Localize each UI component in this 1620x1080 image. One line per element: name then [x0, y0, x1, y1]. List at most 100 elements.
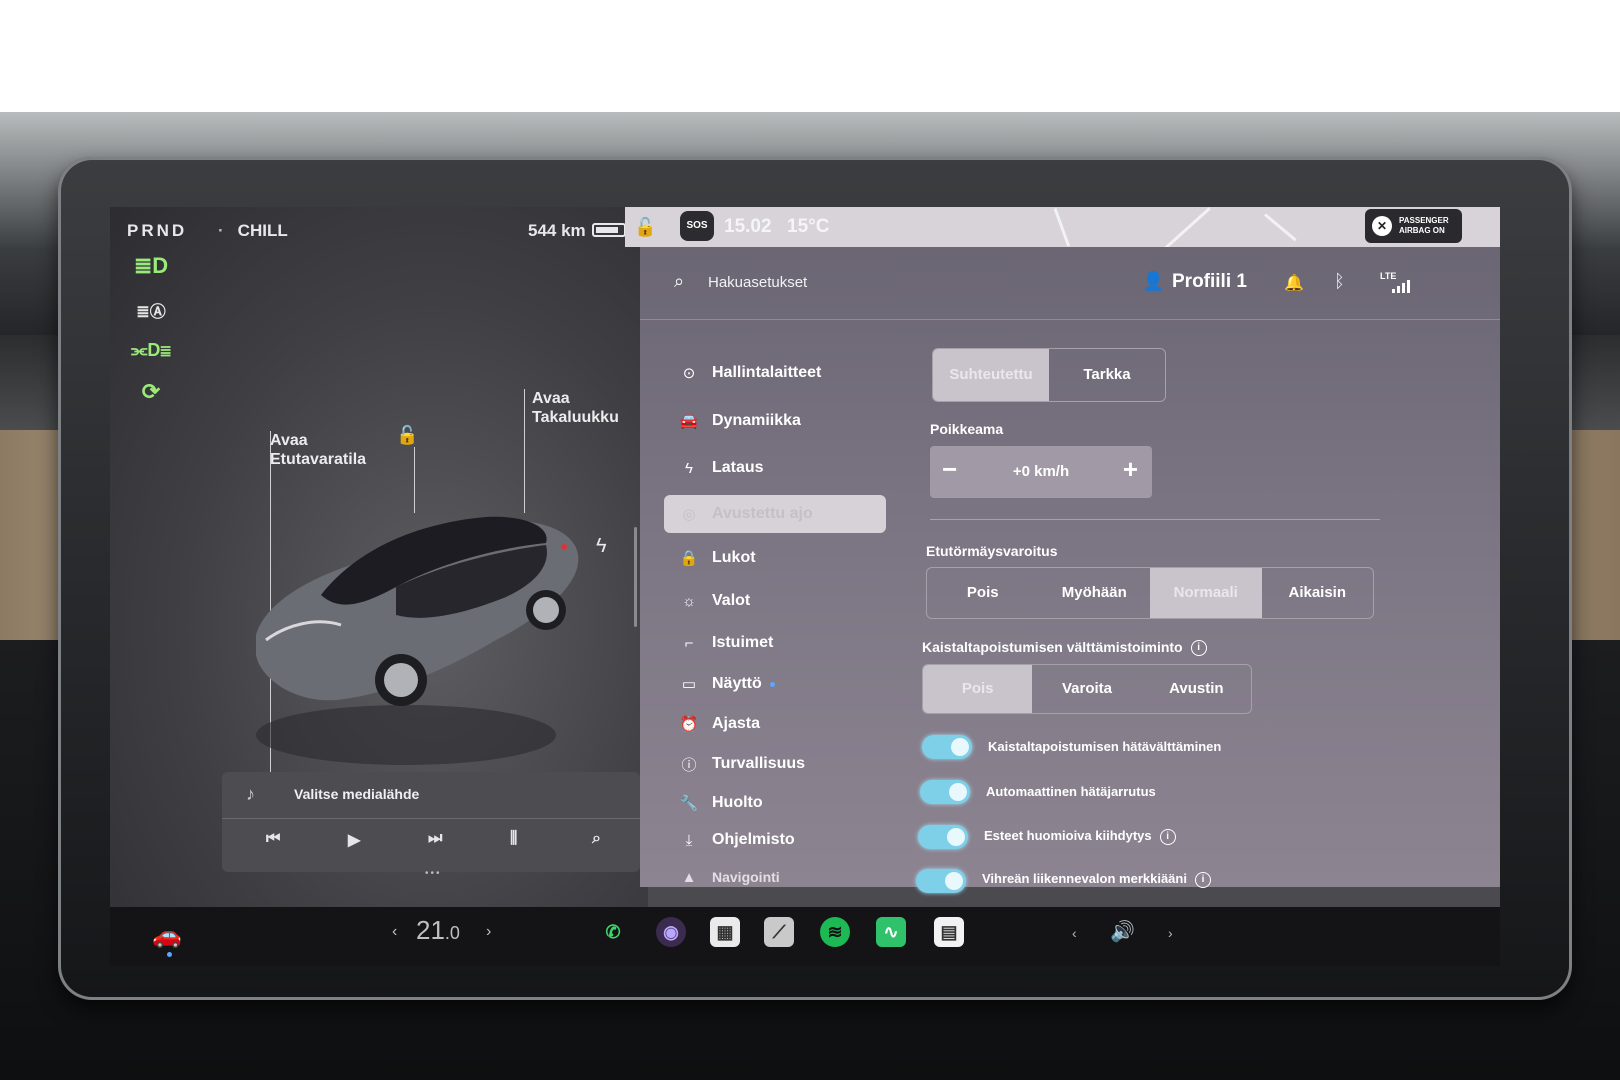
option-tarkka[interactable]: Tarkka: [1049, 349, 1165, 401]
car-view-scrollbar[interactable]: [634, 527, 637, 627]
search-icon[interactable]: ⌕: [674, 271, 684, 292]
menu-item-turvallisuus[interactable]: ⓘ Turvallisuus: [678, 749, 805, 779]
offset-stepper: − +0 km/h +: [930, 446, 1152, 498]
toggle-label: Kaistaltapoistumisen hätävälttäminen: [988, 739, 1222, 754]
eco-power-icon[interactable]: ⟳: [134, 379, 168, 405]
range-readout: 544 km: [528, 221, 586, 240]
spotify-icon[interactable]: ≋: [820, 917, 850, 947]
volume-icon[interactable]: 🔊: [1110, 919, 1135, 944]
headlight-icon[interactable]: ≣D: [134, 253, 168, 279]
automatic-emergency-braking-toggle[interactable]: [920, 780, 970, 804]
trunk-label[interactable]: Avaa Takaluukku: [532, 389, 619, 427]
volume-up-icon[interactable]: ›: [1168, 925, 1173, 941]
car-icon: 🚘: [679, 413, 699, 430]
media-source-label: Valitse medialähde: [294, 786, 420, 802]
frunk-label-line2: Etutavaratila: [270, 451, 367, 468]
menu-item-hallintalaitteet[interactable]: ⊙ Hallintalaitteet: [678, 358, 822, 388]
phone-icon[interactable]: ✆: [598, 917, 628, 947]
menu-item-navigointi[interactable]: ▲ Navigointi: [678, 862, 780, 892]
option-varoita[interactable]: Varoita: [1032, 665, 1141, 713]
trunk-label-line2: Takaluukku: [532, 409, 619, 426]
camera-icon[interactable]: ◉: [656, 917, 686, 947]
car-icon[interactable]: 🚗: [152, 921, 182, 950]
energy-icon[interactable]: ∿: [876, 917, 906, 947]
previous-track-icon[interactable]: ⏮: [266, 830, 280, 848]
menu-label: Lataus: [712, 459, 764, 476]
offset-label: Poikkeama: [930, 421, 1004, 437]
alarm-icon: ⏰: [679, 716, 699, 733]
trunk-label-line1: Avaa: [532, 390, 570, 407]
menu-item-ohjelmisto[interactable]: ⤓ Ohjelmisto: [678, 825, 795, 855]
bottom-dock: 🚗 ‹ 21.0 › ✆ ◉ ▦ ⟋ ≋ ∿ ▤ ‹ 🔊 ›: [110, 907, 1500, 966]
lock-status-icon[interactable]: 🔓: [634, 217, 656, 238]
volume-down-icon[interactable]: ‹: [1072, 925, 1077, 941]
menu-item-avustettu-ajo[interactable]: ◎ Avustettu ajo: [678, 499, 812, 529]
sun-icon: ☼: [682, 592, 696, 610]
lane-departure-selector: Pois Varoita Avustin: [922, 664, 1252, 714]
green-light-chime-toggle[interactable]: [916, 869, 966, 893]
option-aikaisin[interactable]: Aikaisin: [1262, 568, 1374, 618]
option-myohaan[interactable]: Myöhään: [1039, 568, 1151, 618]
temp-up-icon[interactable]: ›: [486, 923, 491, 941]
next-track-icon[interactable]: ⏭: [428, 830, 442, 848]
media-search-icon[interactable]: ⌕: [592, 830, 601, 848]
fog-light-icon[interactable]: ⫘D≣: [131, 337, 171, 363]
calendar-icon[interactable]: ▤: [934, 917, 964, 947]
toggle-label: Automaattinen hätäjarrutus: [986, 784, 1156, 799]
toggle-icon: ⊙: [682, 365, 696, 382]
menu-item-lataus[interactable]: ϟ Lataus: [678, 453, 764, 483]
info-icon[interactable]: i: [1194, 871, 1211, 888]
menu-label: Hallintalaitteet: [712, 364, 822, 381]
cabin-temperature[interactable]: 21.0: [416, 915, 460, 946]
option-normaali[interactable]: Normaali: [1150, 568, 1262, 618]
map-road: [1264, 213, 1297, 242]
profile-icon[interactable]: 👤: [1142, 271, 1164, 292]
option-pois[interactable]: Pois: [927, 568, 1039, 618]
unlocked-icon[interactable]: 🔓: [396, 425, 418, 447]
toybox-icon[interactable]: ⟋: [764, 917, 794, 947]
menu-label: Näyttö: [712, 675, 762, 692]
option-pois[interactable]: Pois: [923, 665, 1033, 713]
info-icon[interactable]: i: [1159, 828, 1176, 845]
menu-label: Turvallisuus: [712, 755, 806, 772]
obstacle-aware-acceleration-toggle[interactable]: [918, 825, 968, 849]
speed-limit-mode-selector: Suhteutettu Tarkka: [932, 348, 1166, 402]
option-avustin[interactable]: Avustin: [1142, 665, 1251, 713]
info-icon[interactable]: i: [1190, 640, 1207, 657]
increase-offset-button[interactable]: +: [1123, 454, 1138, 485]
offset-value: +0 km/h: [1012, 463, 1070, 480]
equalizer-icon[interactable]: ⫼: [510, 830, 517, 848]
menu-item-ajasta[interactable]: ⏰ Ajasta: [678, 709, 760, 739]
auto-headlight-icon[interactable]: ≣Ⓐ: [134, 297, 168, 323]
music-note-icon: ♪: [246, 784, 255, 804]
emergency-lane-departure-toggle[interactable]: [922, 735, 972, 759]
airbag-text-line1: PASSENGER: [1399, 216, 1449, 225]
menu-item-naytto[interactable]: ▭ Näyttö: [678, 669, 775, 699]
gear-indicator: PRND: [127, 221, 188, 240]
bell-icon[interactable]: 🔔: [1284, 273, 1304, 293]
media-source-row[interactable]: ♪ Valitse medialähde: [222, 772, 640, 819]
menu-item-huolto[interactable]: 🔧 Huolto: [678, 788, 763, 818]
settings-search-input[interactable]: Hakuasetukset: [708, 274, 807, 291]
menu-item-lukot[interactable]: 🔒 Lukot: [678, 543, 756, 573]
sos-button[interactable]: SOS: [680, 211, 714, 241]
menu-item-dynamiikka[interactable]: 🚘 Dynamiikka: [678, 406, 801, 436]
charge-port-icon[interactable]: ϟ: [596, 535, 607, 558]
cabin-temperature-main: 21: [416, 915, 445, 945]
frunk-label[interactable]: Avaa Etutavaratila: [270, 431, 366, 469]
notification-dot: [769, 681, 775, 687]
menu-label: Valot: [712, 592, 751, 609]
car-3d-render: [256, 516, 579, 765]
toggle-label: Esteet huomioiva kiihdytys: [984, 828, 1152, 843]
airbag-text-line2: AIRBAG ON: [1399, 226, 1445, 235]
temp-down-icon[interactable]: ‹: [392, 923, 397, 941]
option-suhteutettu[interactable]: Suhteutettu: [933, 349, 1049, 401]
profile-button[interactable]: Profiili 1: [1172, 271, 1247, 293]
cabin-temperature-decimal: .0: [444, 923, 460, 943]
app-launcher-icon[interactable]: ▦: [710, 917, 740, 947]
bluetooth-icon[interactable]: ᛒ: [1334, 271, 1345, 292]
menu-item-istuimet[interactable]: ⌐ Istuimet: [678, 628, 774, 658]
menu-item-valot[interactable]: ☼ Valot: [678, 586, 750, 616]
settings-header: ⌕ Hakuasetukset 👤 Profiili 1 🔔 ᛒ LTE: [640, 247, 1500, 320]
play-icon[interactable]: ▶: [348, 830, 360, 850]
